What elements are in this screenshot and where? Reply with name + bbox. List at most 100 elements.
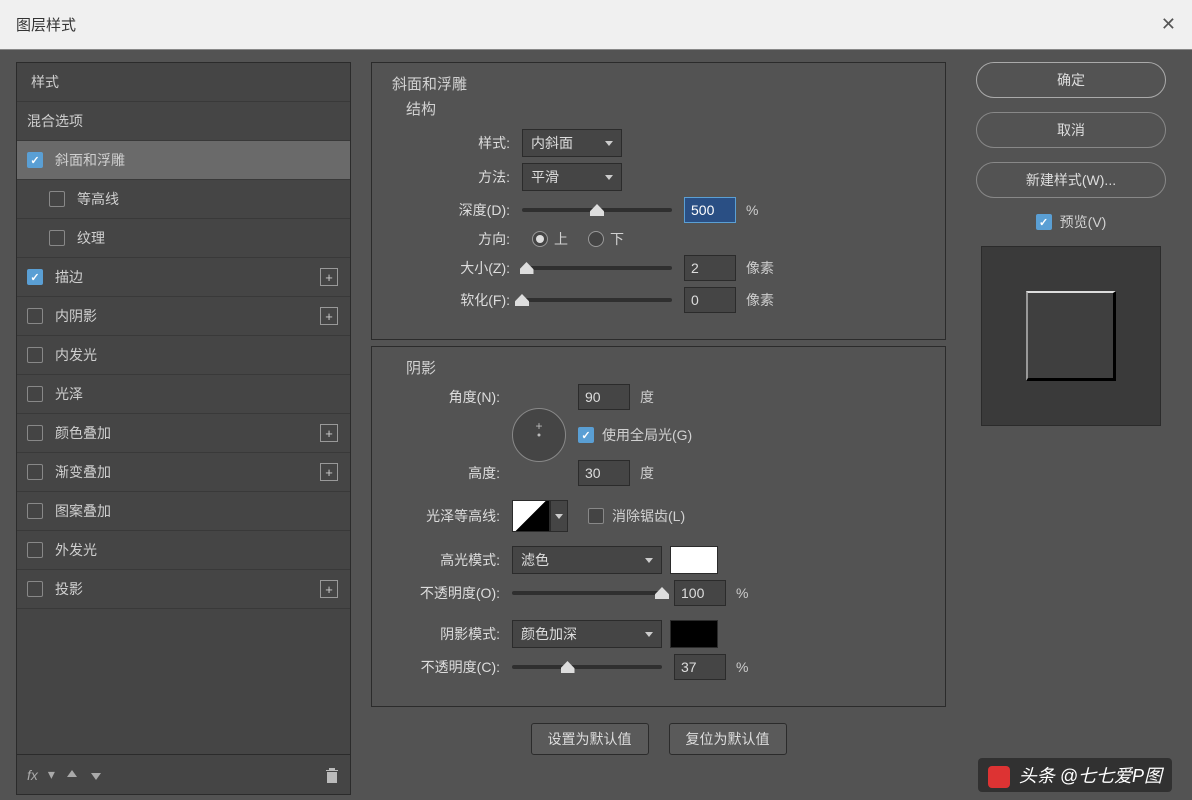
row-shadow-opacity: 不透明度(C): 37 %	[392, 654, 925, 680]
arrow-down-icon[interactable]	[89, 768, 103, 782]
plus-icon[interactable]: +	[320, 580, 338, 598]
shadow-title: 阴影	[406, 357, 925, 378]
cancel-button[interactable]: 取消	[976, 112, 1166, 148]
angle-dial[interactable]: +	[512, 408, 566, 462]
fx-icon[interactable]: fx	[27, 767, 38, 783]
sidebar-header[interactable]: 样式	[17, 63, 350, 102]
sidebar-item-checkbox[interactable]	[49, 230, 65, 246]
contour-swatch[interactable]	[512, 500, 550, 532]
struct-title: 结构	[406, 98, 925, 119]
dir-up-label: 上	[554, 229, 568, 249]
plus-icon[interactable]: +	[320, 307, 338, 325]
sidebar-item-checkbox[interactable]	[27, 308, 43, 324]
preview-box	[981, 246, 1161, 426]
size-input[interactable]: 2	[684, 255, 736, 281]
preview-checkbox[interactable]	[1036, 214, 1052, 230]
shadow-mode-label: 阴影模式:	[392, 624, 512, 644]
dir-up-radio[interactable]	[532, 231, 548, 247]
watermark-icon	[988, 766, 1010, 788]
angle-input[interactable]: 90	[578, 384, 630, 410]
new-style-button[interactable]: 新建样式(W)...	[976, 162, 1166, 198]
sidebar-item-5[interactable]: 内发光	[17, 336, 350, 375]
size-slider[interactable]	[522, 266, 672, 270]
global-light-checkbox[interactable]	[578, 427, 594, 443]
sidebar-item-checkbox[interactable]	[27, 269, 43, 285]
shadow-opacity-slider[interactable]	[512, 665, 662, 669]
plus-icon[interactable]: +	[320, 268, 338, 286]
dir-label: 方向:	[392, 229, 522, 249]
set-default-button[interactable]: 设置为默认值	[531, 723, 649, 755]
method-dropdown[interactable]: 平滑	[522, 163, 622, 191]
preview-label: 预览(V)	[1060, 212, 1107, 232]
altitude-input[interactable]: 30	[578, 460, 630, 486]
highlight-color-swatch[interactable]	[670, 546, 718, 574]
sidebar-item-label: 内阴影	[55, 306, 97, 326]
sidebar-item-checkbox[interactable]	[27, 542, 43, 558]
sidebar-item-10[interactable]: 外发光	[17, 531, 350, 570]
altitude-unit: 度	[640, 463, 654, 483]
close-icon[interactable]: ✕	[1161, 14, 1176, 35]
trash-icon[interactable]	[324, 766, 340, 784]
default-buttons: 设置为默认值 复位为默认值	[371, 723, 946, 755]
sidebar-item-6[interactable]: 光泽	[17, 375, 350, 414]
sidebar-item-1[interactable]: 等高线	[17, 180, 350, 219]
reset-default-button[interactable]: 复位为默认值	[669, 723, 787, 755]
sidebar-item-checkbox[interactable]	[27, 425, 43, 441]
sidebar-item-checkbox[interactable]	[27, 386, 43, 402]
depth-slider[interactable]	[522, 208, 672, 212]
sidebar-item-label: 内发光	[55, 345, 97, 365]
row-style: 样式: 内斜面	[392, 129, 925, 157]
sidebar-item-label: 投影	[55, 579, 83, 599]
angle-unit: 度	[640, 387, 654, 407]
arrow-up-icon[interactable]	[65, 768, 79, 782]
plus-icon[interactable]: +	[320, 424, 338, 442]
plus-icon[interactable]: +	[320, 463, 338, 481]
shadow-opacity-label: 不透明度(C):	[392, 657, 512, 677]
row-global: + 使用全局光(G)	[392, 408, 925, 462]
shadow-color-swatch[interactable]	[670, 620, 718, 648]
highlight-opacity-input[interactable]: 100	[674, 580, 726, 606]
sidebar-item-checkbox[interactable]	[27, 581, 43, 597]
ok-button[interactable]: 确定	[976, 62, 1166, 98]
shadow-panel: 阴影 角度(N): 90 度 + 使用全局光(G) 高度: 30 度 光泽等高线…	[371, 346, 946, 707]
angle-label: 角度(N):	[392, 387, 512, 407]
soften-slider[interactable]	[522, 298, 672, 302]
contour-dropdown[interactable]	[550, 500, 568, 532]
row-altitude: 高度: 30 度	[392, 460, 925, 486]
sidebar-item-9[interactable]: 图案叠加	[17, 492, 350, 531]
sidebar-item-label: 光泽	[55, 384, 83, 404]
depth-input[interactable]: 500	[684, 197, 736, 223]
sidebar-item-2[interactable]: 纹理	[17, 219, 350, 258]
sidebar-blend-options[interactable]: 混合选项	[17, 102, 350, 141]
sidebar-item-4[interactable]: 内阴影 +	[17, 297, 350, 336]
dir-down-label: 下	[610, 229, 624, 249]
sidebar-item-label: 图案叠加	[55, 501, 111, 521]
sidebar-item-checkbox[interactable]	[27, 503, 43, 519]
row-angle: 角度(N): 90 度	[392, 384, 925, 410]
highlight-opacity-label: 不透明度(O):	[392, 583, 512, 603]
soften-input[interactable]: 0	[684, 287, 736, 313]
sidebar-item-label: 斜面和浮雕	[55, 150, 125, 170]
highlight-mode-dropdown[interactable]: 滤色	[512, 546, 662, 574]
sidebar-item-checkbox[interactable]	[27, 152, 43, 168]
soften-unit: 像素	[746, 290, 774, 310]
sidebar-item-0[interactable]: 斜面和浮雕	[17, 141, 350, 180]
sidebar-item-checkbox[interactable]	[27, 464, 43, 480]
sidebar-item-checkbox[interactable]	[27, 347, 43, 363]
highlight-opacity-slider[interactable]	[512, 591, 662, 595]
sidebar-item-11[interactable]: 投影 +	[17, 570, 350, 609]
sidebar-item-8[interactable]: 渐变叠加+	[17, 453, 350, 492]
antialias-checkbox[interactable]	[588, 508, 604, 524]
dir-down-radio[interactable]	[588, 231, 604, 247]
right-panel: 确定 取消 新建样式(W)... 预览(V)	[966, 62, 1176, 795]
sidebar-header-label: 样式	[31, 72, 59, 92]
sidebar-item-checkbox[interactable]	[49, 191, 65, 207]
sidebar-item-3[interactable]: 描边+	[17, 258, 350, 297]
sidebar: 样式 混合选项 斜面和浮雕等高线纹理描边+ 内阴影 + 内发光光泽颜色叠加+渐变叠加+…	[16, 62, 351, 795]
style-dropdown[interactable]: 内斜面	[522, 129, 622, 157]
sidebar-item-7[interactable]: 颜色叠加+	[17, 414, 350, 453]
sidebar-item-label: 纹理	[77, 228, 105, 248]
row-shadow-mode: 阴影模式: 颜色加深	[392, 620, 925, 648]
shadow-opacity-input[interactable]: 37	[674, 654, 726, 680]
shadow-mode-dropdown[interactable]: 颜色加深	[512, 620, 662, 648]
